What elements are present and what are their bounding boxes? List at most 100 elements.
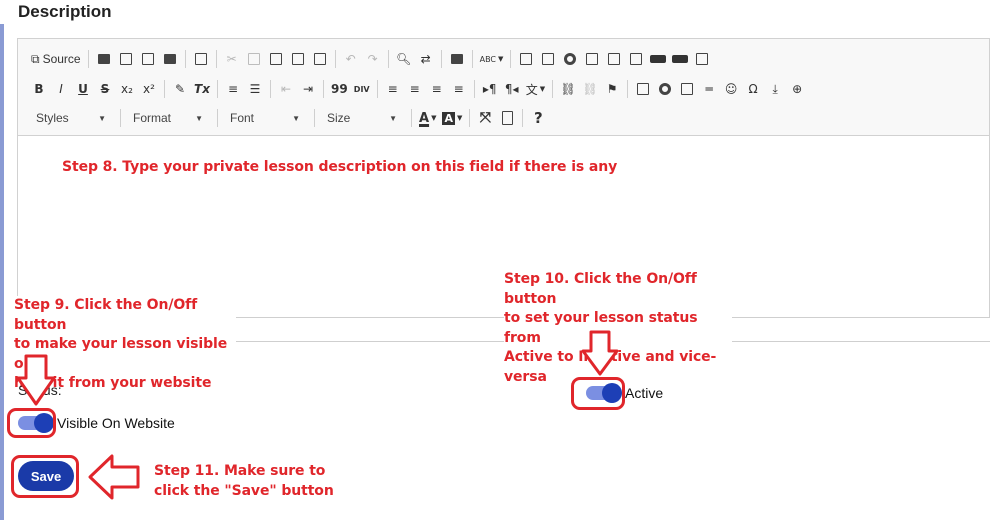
align-left-button[interactable]: ≡ [382, 78, 404, 100]
paste-word-icon [313, 53, 326, 65]
radio-button[interactable] [559, 48, 581, 70]
chevron-down-icon: ▼ [498, 55, 504, 63]
format-combo[interactable]: Format ▼ [125, 107, 209, 129]
combo-label: Font [230, 111, 255, 125]
strike-button[interactable]: S [94, 78, 116, 100]
save-button[interactable] [93, 48, 115, 70]
background-color-icon: A [442, 111, 455, 125]
source-button[interactable]: ⧉ Source [28, 48, 84, 70]
templates-icon [194, 53, 207, 65]
show-blocks-button[interactable] [496, 107, 518, 129]
size-combo[interactable]: Size ▼ [319, 107, 403, 129]
image-button-button[interactable] [669, 48, 691, 70]
image-button[interactable] [632, 78, 654, 100]
templates-button[interactable] [190, 48, 212, 70]
paste-text-button[interactable] [287, 48, 309, 70]
toolbar-separator [334, 50, 336, 68]
select-field-button[interactable] [625, 48, 647, 70]
toolbar-separator [387, 50, 389, 68]
subscript-button[interactable]: x₂ [116, 78, 138, 100]
help-button[interactable]: ? [527, 107, 549, 129]
copy-format-button[interactable]: ✎ [169, 78, 191, 100]
anchor-flag-icon: ⚑ [606, 82, 618, 96]
button-field-button[interactable] [647, 48, 669, 70]
new-page-button[interactable] [115, 48, 137, 70]
toolbar-separator [522, 109, 524, 127]
horizontal-rule-icon: ═ [705, 82, 713, 96]
preview-button[interactable] [137, 48, 159, 70]
textfield-button[interactable] [581, 48, 603, 70]
chevron-down-icon: ▼ [195, 113, 203, 123]
link-button[interactable]: ⛓ [557, 78, 579, 100]
page-break-icon: ⤓ [772, 81, 778, 96]
hidden-field-icon [696, 53, 709, 65]
paste-button[interactable] [265, 48, 287, 70]
outdent-button[interactable]: ⇤ [275, 78, 297, 100]
text-color-button[interactable]: A ▼ [416, 107, 439, 129]
blockquote-button[interactable]: 99 [328, 78, 351, 100]
image-button-icon [672, 55, 689, 63]
spellcheck-button[interactable]: ABC ▼ [477, 48, 507, 70]
copy-button[interactable] [243, 48, 265, 70]
annotation-line: click the "Save" button [154, 482, 334, 499]
div-button[interactable]: DIV [351, 78, 373, 100]
maximize-button[interactable]: ⤧ [474, 107, 496, 129]
underline-button[interactable]: U [72, 78, 94, 100]
print-button[interactable] [159, 48, 181, 70]
align-left-icon: ≡ [387, 82, 398, 96]
italic-icon: I [59, 82, 63, 96]
unlink-icon: ⛓ [582, 82, 598, 96]
cut-button[interactable]: ✂ [221, 48, 243, 70]
rtl-button[interactable]: ¶◂ [501, 78, 523, 100]
background-color-button[interactable]: A ▼ [439, 107, 465, 129]
iframe-globe-button[interactable]: ⊕ [786, 78, 808, 100]
spellcheck-icon: ABC [479, 54, 497, 64]
italic-button[interactable]: I [50, 78, 72, 100]
toolbar-separator [471, 50, 473, 68]
form-button[interactable] [515, 48, 537, 70]
language-button[interactable]: 文 ▼ [523, 78, 548, 100]
flash-button[interactable] [654, 78, 676, 100]
link-icon: ⛓ [560, 82, 576, 96]
left-arrow-icon [88, 454, 140, 500]
section-title: Description [18, 2, 112, 21]
active-label: Active [625, 385, 664, 401]
chevron-down-icon: ▼ [431, 114, 437, 122]
paste-word-button[interactable] [309, 48, 331, 70]
select-all-button[interactable] [446, 48, 468, 70]
toolbar-button-label: Source [42, 52, 81, 66]
anchor-flag-button[interactable]: ⚑ [601, 78, 623, 100]
find-button[interactable]: 🔍︎ [393, 48, 415, 70]
justify-button[interactable]: ≡ [448, 78, 470, 100]
font-combo[interactable]: Font ▼ [222, 107, 306, 129]
step11-annotation: Step 11. Make sure to click the "Save" b… [154, 462, 334, 501]
copy-format-icon: ✎ [174, 82, 186, 96]
bold-button[interactable]: B [28, 78, 50, 100]
special-char-button[interactable]: Ω [742, 78, 764, 100]
align-center-button[interactable]: ≡ [404, 78, 426, 100]
bulleted-list-button[interactable]: ☰ [244, 78, 266, 100]
checkbox-button[interactable] [537, 48, 559, 70]
step10-annotation: Step 10. Click the On/Off button to set … [504, 270, 732, 387]
styles-combo[interactable]: Styles ▼ [28, 107, 112, 129]
undo-button[interactable]: ↶ [340, 48, 362, 70]
chevron-down-icon: ▼ [539, 85, 546, 93]
remove-format-button[interactable]: Tx [191, 78, 213, 100]
source-icon: ⧉ [31, 51, 40, 66]
smiley-button[interactable]: ☺ [720, 78, 742, 100]
textarea-button[interactable] [603, 48, 625, 70]
table-button[interactable] [676, 78, 698, 100]
numbered-list-button[interactable]: ≡ [222, 78, 244, 100]
replace-button[interactable]: ⇄ [415, 48, 437, 70]
align-right-button[interactable]: ≡ [426, 78, 448, 100]
superscript-button[interactable]: x² [138, 78, 160, 100]
page-break-button[interactable]: ⤓ [764, 78, 786, 100]
unlink-button[interactable]: ⛓ [579, 78, 601, 100]
horizontal-rule-button[interactable]: ═ [698, 78, 720, 100]
print-icon [163, 54, 176, 64]
redo-button[interactable]: ↷ [362, 48, 384, 70]
combo-label: Size [327, 111, 351, 125]
hidden-field-button[interactable] [691, 48, 713, 70]
indent-button[interactable]: ⇥ [297, 78, 319, 100]
ltr-button[interactable]: ▸¶ [479, 78, 501, 100]
